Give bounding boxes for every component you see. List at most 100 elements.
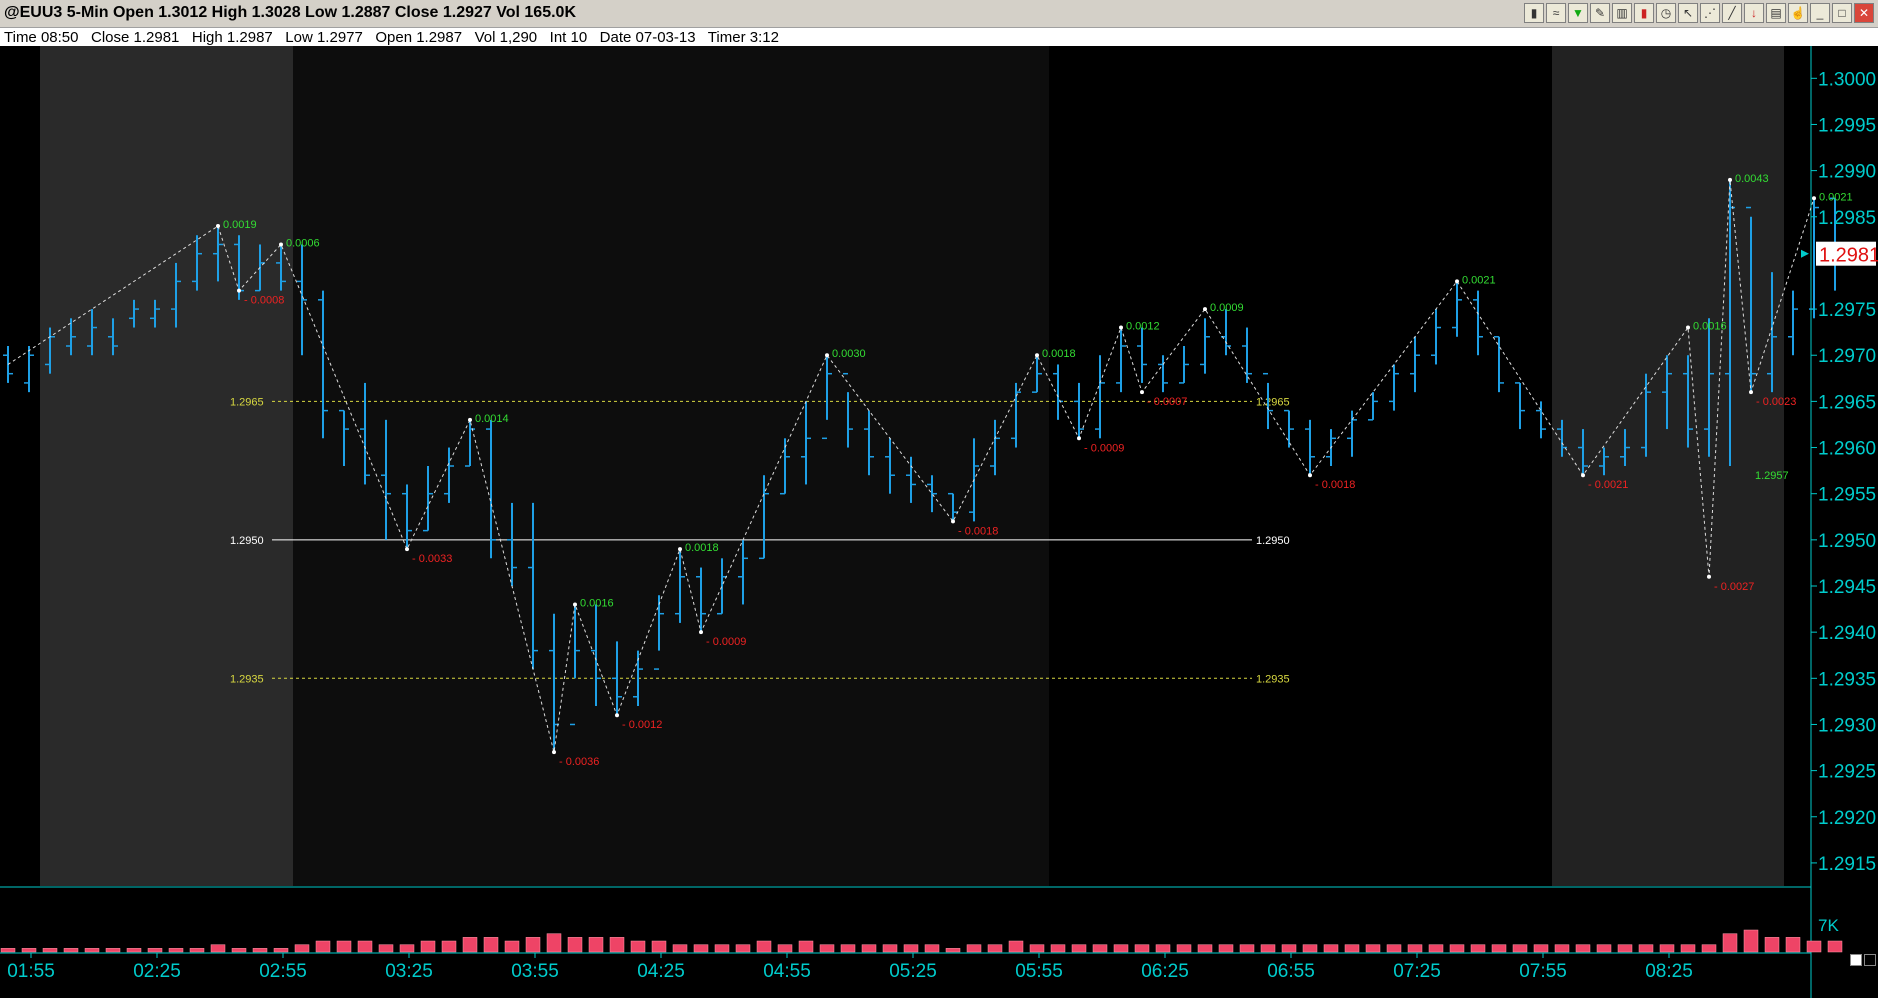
chart-corner-box[interactable] [1850,954,1862,966]
zigzag-label: - 0.0018 [958,525,998,537]
price-tick-label: 1.2970 [1818,346,1876,367]
zigzag-pivot [216,224,220,228]
volume-bar [966,944,982,953]
zigzag-label: - 0.0023 [1756,396,1796,408]
volume-bar [273,948,289,953]
volume-bar [168,948,184,953]
clock-icon[interactable]: ◷ [1656,3,1676,23]
waves-icon[interactable]: ≈ [1546,3,1566,23]
price-tick-label: 1.2920 [1818,808,1876,829]
trendline-icon[interactable]: ╱ [1722,3,1742,23]
volume-bar [756,940,772,953]
volume-bar [1092,944,1108,953]
window-title: @EUU3 5-Min Open 1.3012 High 1.3028 Low … [4,4,576,21]
volume-bar [1680,944,1696,953]
volume-bar [1365,944,1381,953]
volume-bar [1281,944,1297,953]
price-tick-label: 1.2945 [1818,577,1876,598]
volume-bar [1344,944,1360,953]
volume-bar [1239,944,1255,953]
zigzag-pivot [1749,390,1753,395]
price-tick-label: 1.2960 [1818,439,1876,460]
zigzag-pivot [1707,574,1711,579]
price-tick-label: 1.2955 [1818,485,1876,506]
zigzag-label: 0.0043 [1735,173,1769,185]
price-chart[interactable]: 1.2965 1.2965 1.2950 1.2950 1.2935 1.2935 0.0… [0,46,1878,998]
zigzag-label: 0.0016 [1693,321,1727,333]
volume-bar [1785,937,1801,953]
candle-icon[interactable]: ▮ [1634,3,1654,23]
zigzag-label: 0.0019 [223,219,257,231]
data-window-bar: Time 08:50 Close 1.2981 High 1.2987 Low … [0,28,1878,46]
volume-bar [189,948,205,953]
zigzag-pivot [1455,279,1459,284]
arrow-down-green-icon[interactable]: ▼ [1568,3,1588,23]
histogram-icon[interactable]: ▥ [1612,3,1632,23]
volume-bar [336,940,352,953]
volume-bar [819,944,835,953]
zigzag-pivot [468,417,472,422]
volume-bar [588,937,604,953]
volume-bar [609,937,625,953]
bar-info-text: Time 08:50 Close 1.2981 High 1.2987 Low … [4,29,779,46]
volume-bar [1596,944,1612,953]
volume-bar [546,933,562,953]
price-tick-label: 1.2990 [1818,162,1876,183]
price-tick-label: 1.2985 [1818,208,1876,229]
volume-bar [1407,944,1423,953]
volume-bar [1764,937,1780,953]
price-tick-label: 1.3000 [1818,69,1876,90]
volume-bar [714,944,730,953]
time-tick-label: 06:55 [1267,961,1315,982]
zigzag-pivot [1077,436,1081,441]
volume-bar [378,944,394,953]
volume-bar [420,940,436,953]
level-label: 1.2935 [1256,673,1290,685]
zigzag-pivot [1119,325,1123,330]
volume-bar [1302,944,1318,953]
volume-bar [357,940,373,953]
zigzag-label: - 0.0012 [622,719,662,731]
fib-fan-icon[interactable]: ⋰ [1700,3,1720,23]
volume-bar [672,944,688,953]
session-band [40,46,293,886]
zigzag-label: 0.0016 [580,597,614,609]
volume-bar [63,948,79,953]
pencil-icon[interactable]: ✎ [1590,3,1610,23]
chart-toolbar: ▮ ≈ ▼ ✎ ▥ ▮ ◷ ↖ ⋰ ╱ ↓ ▤ ☝ _ □ ✕ [1524,3,1874,23]
price-tick-label: 1.2930 [1818,715,1876,736]
volume-bar [1638,944,1654,953]
maximize-icon[interactable]: □ [1832,3,1852,23]
arrow-down-red-icon[interactable]: ↓ [1744,3,1764,23]
volume-bar [231,948,247,953]
zigzag-label: - 0.0027 [1714,581,1754,593]
zigzag-pivot [1728,177,1732,182]
price-tick-label: 1.2935 [1818,669,1876,690]
zigzag-label: 0.0006 [286,237,320,249]
zigzag-label: 0.0018 [1042,348,1076,360]
trash-icon[interactable]: ▤ [1766,3,1786,23]
minimize-icon[interactable]: _ [1810,3,1830,23]
volume-bar [1008,940,1024,953]
volume-bar [1512,944,1528,953]
volume-bar [105,948,121,953]
volume-bar [693,944,709,953]
current-price-label: 1.2981 [1819,245,1878,267]
volume-bar [147,948,163,953]
volume-bar [903,944,919,953]
level-label: 1.2935 [230,673,264,685]
volume-bar [1113,944,1129,953]
cursor-icon[interactable]: ↖ [1678,3,1698,23]
volume-bar [1134,944,1150,953]
zigzag-pivot [1203,307,1207,312]
price-tick-label: 1.2965 [1818,392,1876,413]
pointer-icon[interactable]: ☝ [1788,3,1808,23]
close-icon[interactable]: ✕ [1854,3,1874,23]
time-tick-label: 01:55 [7,961,55,982]
bars-icon[interactable]: ▮ [1524,3,1544,23]
zigzag-label: - 0.0036 [559,756,599,768]
zigzag-label: 0.0014 [475,413,509,425]
volume-bar [1659,944,1675,953]
chart-scroll-box[interactable] [1864,954,1876,966]
price-tick-label: 1.2975 [1818,300,1876,321]
